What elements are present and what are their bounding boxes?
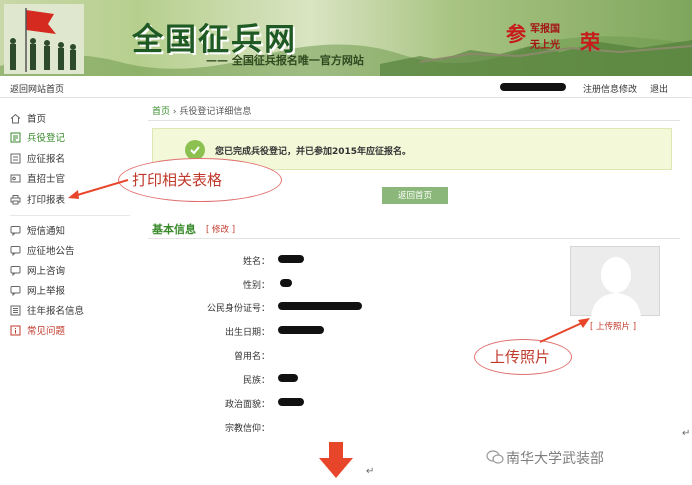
- sidebar-item-faq[interactable]: 常见问题: [10, 322, 65, 338]
- top-nav-bar: 返回网站首页 注册信息修改 退出: [0, 76, 692, 98]
- sidebar: 首页 兵役登记 应征报名 直招士官 打印报表 短信通知 应征地公告 网上咨询 网…: [0, 98, 138, 388]
- divider: [148, 238, 680, 239]
- redacted-value: [278, 374, 298, 382]
- sidebar-item-label: 打印报表: [27, 195, 66, 206]
- slogan-char: 荣: [580, 30, 600, 54]
- edit-basic-info-link[interactable]: [ 修改 ]: [206, 223, 235, 235]
- field-label-former-name: 曾用名：: [233, 352, 270, 362]
- sidebar-item-label: 应征报名: [27, 154, 66, 165]
- sidebar-item-label: 网上举报: [27, 286, 66, 297]
- modify-registration-link[interactable]: 注册信息修改: [583, 82, 637, 95]
- sidebar-item-label: 应征地公告: [27, 246, 75, 257]
- annotation-arrow-icon: [68, 179, 129, 199]
- redacted-value: [280, 279, 292, 287]
- redacted-value: [278, 302, 362, 310]
- field-label-id-number: 公民身份证号：: [206, 304, 270, 314]
- sidebar-item-past-records[interactable]: 往年报名信息: [10, 302, 84, 318]
- sidebar-item-consult[interactable]: 网上咨询: [10, 262, 65, 278]
- chat-icon: [10, 225, 21, 236]
- check-icon: [185, 140, 205, 160]
- breadcrumb-separator: ›: [172, 107, 177, 117]
- list-icon: [10, 305, 21, 316]
- sidebar-item-label: 往年报名信息: [27, 306, 85, 317]
- site-subtitle: —— 全国征兵报名唯一官方网站: [206, 54, 364, 67]
- slogan-graphic: 参 军报国 无上光 荣: [500, 14, 610, 58]
- redacted-value: [278, 398, 304, 406]
- card-icon: [10, 173, 21, 184]
- back-to-site-home-link[interactable]: 返回网站首页: [10, 82, 64, 95]
- sidebar-item-home[interactable]: 首页: [10, 110, 46, 126]
- soldiers-flag-illustration: [4, 4, 84, 74]
- upload-photo-link[interactable]: [ 上传照片 ]: [590, 320, 636, 332]
- field-label-gender: 性别：: [242, 281, 270, 291]
- divider: [148, 120, 680, 121]
- home-icon: [10, 113, 21, 124]
- field-label-name: 姓名：: [242, 257, 270, 267]
- site-banner: 全国征兵网 —— 全国征兵报名唯一官方网站 参 军报国 无上光 荣: [0, 0, 692, 76]
- logout-link[interactable]: 退出: [650, 82, 668, 95]
- breadcrumb: 首页 › 兵役登记详细信息: [152, 104, 251, 117]
- notice-message: 您已完成兵役登记，并已参加2015年应征报名。: [215, 147, 412, 157]
- breadcrumb-current: 兵役登记详细信息: [179, 107, 252, 117]
- sidebar-item-label: 兵役登记: [27, 133, 66, 144]
- field-label-ethnicity: 民族：: [242, 376, 270, 386]
- sidebar-divider: [10, 215, 130, 216]
- redacted-value: [278, 255, 304, 263]
- sidebar-item-enlistment[interactable]: 应征报名: [10, 150, 65, 166]
- field-label-political-status: 政治面貌：: [224, 400, 270, 410]
- slogan-line: 无上光: [530, 40, 560, 51]
- chat-icon: [10, 265, 21, 276]
- sidebar-item-label: 短信通知: [27, 226, 66, 237]
- form-icon: [10, 153, 21, 164]
- basic-info-title: 基本信息: [152, 223, 196, 236]
- info-icon: [10, 325, 21, 336]
- breadcrumb-home-link[interactable]: 首页: [152, 107, 170, 117]
- sidebar-item-print-report[interactable]: 打印报表: [10, 191, 65, 207]
- redacted-value: [278, 326, 324, 334]
- redacted-username: [500, 83, 566, 91]
- field-label-birth-date: 出生日期：: [224, 328, 270, 338]
- wechat-icon: [486, 450, 504, 464]
- printer-icon: [10, 194, 21, 205]
- sidebar-item-label: 网上咨询: [27, 266, 66, 277]
- person-silhouette-icon: [591, 257, 641, 317]
- paragraph-mark-icon: ↵: [682, 428, 691, 439]
- sidebar-item-registration[interactable]: 兵役登记: [10, 129, 65, 145]
- sidebar-item-label: 首页: [27, 114, 47, 125]
- paragraph-mark-icon: ↵: [366, 466, 375, 477]
- slogan-char: 参: [506, 22, 526, 46]
- slogan-line: 军报国: [530, 24, 560, 35]
- return-home-button[interactable]: 返回首页: [382, 187, 448, 204]
- watermark-text: 南华大学武装部: [506, 451, 604, 467]
- register-icon: [10, 132, 21, 143]
- sidebar-item-label: 直招士官: [27, 174, 66, 185]
- sidebar-item-sms[interactable]: 短信通知: [10, 222, 65, 238]
- annotation-print-text: 打印相关表格: [132, 171, 223, 189]
- chat-icon: [10, 285, 21, 296]
- sidebar-item-label: 常见问题: [27, 326, 66, 337]
- sidebar-item-notice[interactable]: 应征地公告: [10, 242, 75, 258]
- chat-icon: [10, 245, 21, 256]
- sidebar-item-direct-nco[interactable]: 直招士官: [10, 170, 65, 186]
- annotation-photo-text: 上传照片: [490, 348, 551, 366]
- field-label-religion: 宗教信仰：: [224, 424, 270, 434]
- down-arrow-icon: [319, 442, 353, 478]
- page: { "banner": { "site_title": "全国征兵网", "su…: [0, 0, 692, 485]
- sidebar-item-report[interactable]: 网上举报: [10, 282, 65, 298]
- annotation-arrow-icon: [539, 318, 590, 343]
- photo-placeholder: [570, 246, 660, 317]
